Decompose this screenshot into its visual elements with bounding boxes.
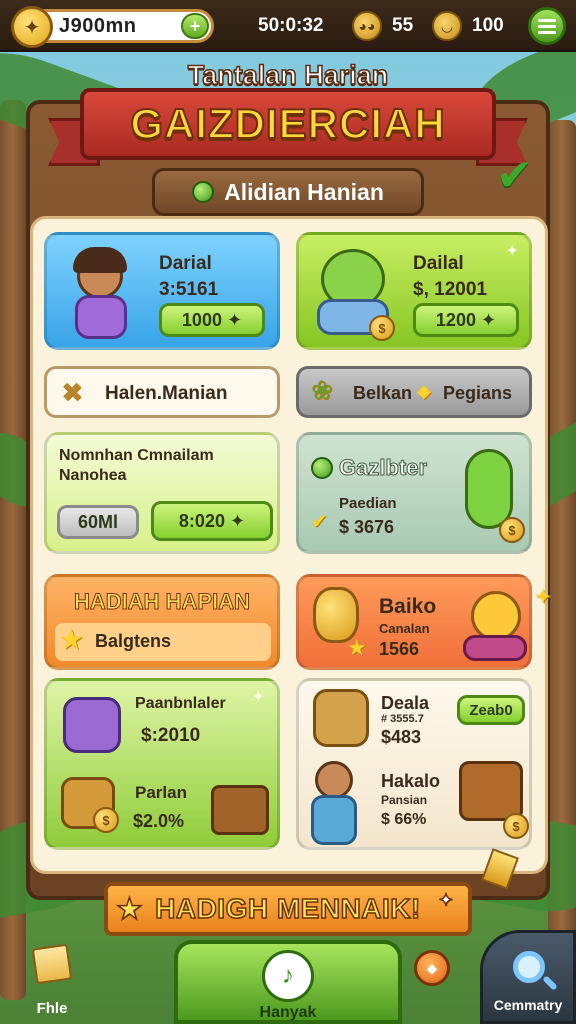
card1-value: 3:5161 — [159, 279, 219, 300]
tab-other-label-2: Pegians — [443, 383, 513, 403]
card2-value: $, 12001 — [413, 279, 487, 300]
task2-value: $ 3676 — [339, 517, 395, 537]
gold-badge-icon: ✦ — [11, 6, 53, 48]
card1-title: Darial — [159, 253, 212, 274]
shop2-buy-button[interactable]: Zeab0 — [457, 695, 525, 725]
energy-currency: ◕◕ 55 — [352, 9, 422, 43]
card1-claim-button[interactable]: 1000 ✦ — [159, 303, 265, 337]
reward-card-3[interactable]: ★ Baiko Canalan 1566 — [296, 574, 532, 670]
shop2-title: Deala — [381, 693, 430, 713]
potted-plant-icon: ❀ — [311, 375, 333, 405]
reward-card-1[interactable]: Darial 3:5161 1000 ✦ — [44, 232, 280, 350]
nav-extra-button[interactable]: ◆ — [414, 950, 450, 986]
tab-other[interactable]: ❀ Belkan ◆ Pegians — [296, 366, 532, 418]
nav-main-label: Hanyak — [259, 1004, 317, 1021]
task1-title: Nomnhan Cmnailam — [59, 447, 214, 464]
nav-community-button[interactable]: Cemmatry — [480, 930, 576, 1024]
monster-face-icon: ◕◕ — [352, 11, 382, 41]
task-card-2: Gazlbter Paedian ✔ $ 3676 $ — [296, 432, 532, 554]
add-gold-button[interactable]: + — [181, 13, 209, 39]
tab-daily-label: Halen.Manian — [105, 383, 228, 404]
coin-icon: $ — [369, 315, 395, 341]
card3-value: 1566 — [379, 639, 420, 659]
shop2-buy-label: Zeab0 — [469, 701, 513, 719]
reward-card-2[interactable]: $ Dailal $, 12001 1200 ✦ ✦ — [296, 232, 532, 350]
section-tab[interactable]: Alidian Hanian — [152, 168, 424, 216]
gold-gem-icon: ◆ — [417, 381, 431, 401]
daily-gift-subtitle: Balgtens — [95, 631, 172, 651]
coin-icon: $ — [499, 517, 525, 543]
gold-star-icon: ✔ — [311, 511, 328, 533]
card3-label: Canalan — [379, 621, 430, 636]
menu-button[interactable] — [528, 7, 566, 45]
tab-daily[interactable]: ✖ Halen.Manian — [44, 366, 280, 418]
smiley-coin-icon: ◡ — [432, 11, 462, 41]
task1-subtitle: Nanohea — [59, 467, 127, 484]
top-bar: ✦ J900mn + 50:0:32 ◕◕ 55 ◡ 100 — [0, 0, 576, 52]
coin-currency: ◡ 100 — [432, 9, 522, 43]
bottom-banner: ★ HADIGH MENNAIK! ✦ — [104, 882, 472, 936]
star-icon: ★ — [115, 892, 144, 927]
shop-card-1[interactable]: Paanbnlaler $:2010 $ Parlan $2.0% ✦ — [44, 678, 280, 850]
play-icon: ♪ — [262, 950, 314, 1002]
task-card-1: Nomnhan Cmnailam Nanohea 60Ml 8:020 ✦ — [44, 432, 280, 554]
task1-progress-button[interactable]: 60Ml — [57, 505, 139, 539]
shop2-value: $483 — [381, 727, 422, 747]
shop2-item2: Hakalo — [381, 771, 441, 791]
sparkle-icon: ✦ — [438, 889, 455, 911]
nav-file-button[interactable]: Fhle — [20, 940, 84, 1017]
green-gem-icon — [311, 457, 333, 479]
task1-claim-button[interactable]: 8:020 ✦ — [151, 501, 273, 541]
shop1-title: Paanbnlaler — [135, 695, 226, 712]
card3-title: Baiko — [379, 595, 437, 618]
gold-amount: J900mn — [59, 14, 137, 37]
daily-gift-card[interactable]: HADIAH HAPIAN ★ Balgtens — [44, 574, 280, 670]
card1-claim-label: 1000 — [181, 309, 222, 330]
nav-file-label: Fhle — [36, 1000, 68, 1017]
task2-label: Paedian — [339, 495, 397, 512]
daily-gift-title: HADIAH HAPIAN — [74, 589, 251, 615]
scroll-icon — [31, 943, 73, 985]
section-tab-label: Alidian Hanian — [224, 178, 384, 205]
shop1-price: $:2010 — [141, 725, 201, 746]
page-subtitle: Tantalan Harian — [187, 59, 389, 91]
diamond-icon: ◆ — [426, 959, 438, 976]
shop1-price2: $2.0% — [133, 811, 185, 831]
card2-claim-button[interactable]: 1200 ✦ — [413, 303, 519, 337]
coin-amount: 100 — [472, 15, 504, 36]
nav-community-label: Cemmatry — [493, 997, 563, 1013]
tab-other-label: Belkan — [353, 383, 413, 403]
sparkle-icon: ✦ — [251, 689, 265, 706]
card2-claim-label: 1200 — [435, 309, 476, 330]
shop1-item2: Parlan — [135, 783, 187, 802]
task2-title: Gazlbter — [338, 455, 428, 481]
timer: 50:0:32 — [258, 15, 324, 36]
page-title: GAIZDIERCIAH — [129, 99, 446, 148]
title-ribbon: GAIZDIERCIAH — [80, 88, 496, 160]
shop2-label2: Pansian — [381, 793, 428, 807]
sparkle-icon: ✦ — [505, 243, 519, 260]
menu-icon — [538, 18, 556, 22]
star-icon: ★ — [59, 624, 85, 655]
magnifier-icon — [513, 951, 545, 983]
gold-currency: ✦ J900mn + — [11, 6, 214, 48]
card2-title: Dailal — [413, 253, 464, 274]
task1-progress-label: 60Ml — [77, 511, 119, 532]
task1-claim-label: 8:020 — [178, 510, 225, 531]
crossed-tools-icon: ✖ — [61, 377, 83, 407]
shop2-value2: $ 66% — [381, 811, 427, 828]
shop2-label: # 3555.7 — [381, 713, 424, 725]
nav-main-button[interactable]: ♪ Hanyak — [174, 940, 402, 1024]
checkmark-icon: ✔ — [496, 151, 533, 200]
sparkle-star-icon: ✦ — [534, 584, 553, 609]
shop-card-2[interactable]: Deala # 3555.7 $483 Zeab0 Hakalo Pansian… — [296, 678, 532, 850]
energy-amount: 55 — [392, 15, 414, 36]
green-gem-icon — [192, 181, 215, 203]
bottom-banner-label: HADIGH MENNAIK! — [154, 892, 421, 925]
